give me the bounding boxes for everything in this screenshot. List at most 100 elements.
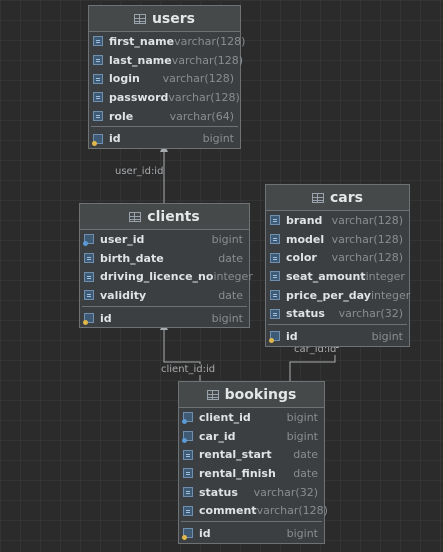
column-icon	[93, 55, 103, 66]
table-row[interactable]: client_id bigint	[179, 408, 324, 427]
table-row[interactable]: birth_date date	[80, 249, 249, 268]
table-users[interactable]: users first_name varchar(128) last_name va…	[88, 5, 245, 150]
table-row[interactable]: password varchar(128)	[89, 88, 240, 107]
column-name: login	[109, 72, 140, 86]
table-row[interactable]: car_id bigint	[179, 427, 324, 446]
column-icon	[270, 234, 280, 245]
column-type: integer	[213, 270, 253, 284]
table-row[interactable]: role varchar(64)	[89, 107, 240, 126]
column-name: password	[109, 90, 169, 104]
table-icon	[206, 389, 219, 400]
column-name: status	[286, 307, 325, 321]
column-name: model	[286, 232, 325, 246]
column-name: color	[286, 251, 317, 265]
table-header[interactable]: bookings	[179, 382, 324, 408]
table-row[interactable]: id bigint	[80, 309, 249, 328]
column-type: bigint	[211, 232, 243, 246]
column-name: id	[109, 132, 121, 146]
table-cars[interactable]: cars brand varchar(128) model varchar(128)…	[265, 184, 410, 347]
column-name: price_per_day	[286, 288, 371, 302]
table-row[interactable]: id bigint	[89, 129, 240, 148]
column-icon	[183, 505, 193, 516]
column-icon	[93, 92, 103, 103]
table-row[interactable]: last_name varchar(128)	[89, 51, 244, 70]
relation-label-client-id: client_id:id	[161, 364, 216, 375]
column-icon	[93, 73, 103, 84]
column-type: varchar(64)	[169, 109, 234, 123]
column-icon	[270, 252, 280, 263]
table-row[interactable]: user_id bigint	[80, 230, 249, 249]
column-type: integer	[370, 288, 411, 302]
foreign-key-icon	[83, 234, 94, 247]
table-row[interactable]: id bigint	[179, 524, 324, 543]
table-clients[interactable]: clients user_id bigint birth_date date dri…	[79, 203, 253, 329]
column-type: date	[218, 251, 243, 265]
column-type: varchar(128)	[331, 213, 403, 227]
table-header[interactable]: cars	[266, 185, 409, 211]
column-name: validity	[100, 288, 147, 302]
column-name: comment	[199, 504, 257, 518]
column-icon	[270, 215, 280, 226]
column-name: client_id	[199, 410, 251, 424]
column-name: seat_amount	[286, 269, 366, 283]
column-type: date	[293, 466, 318, 480]
column-type: integer	[365, 269, 405, 283]
table-row[interactable]: status varchar(32)	[179, 483, 324, 502]
table-row[interactable]: validity date	[80, 286, 249, 305]
table-row[interactable]: color varchar(128)	[266, 248, 409, 267]
table-name: bookings	[224, 386, 297, 403]
column-name: status	[199, 485, 238, 499]
column-icon	[270, 271, 280, 282]
primary-key-icon	[83, 313, 94, 326]
table-row[interactable]: price_per_day integer	[266, 286, 411, 305]
column-name: rental_start	[199, 448, 272, 462]
column-type: varchar(128)	[256, 504, 328, 518]
column-type: date	[293, 448, 318, 462]
table-row[interactable]: driving_licence_no integer	[80, 267, 253, 286]
table-row[interactable]: seat_amount integer	[266, 267, 409, 286]
column-name: brand	[286, 213, 323, 227]
column-type: bigint	[371, 329, 403, 343]
table-row[interactable]: first_name varchar(128)	[89, 32, 245, 51]
table-row[interactable]: rental_start date	[179, 445, 324, 464]
column-name: role	[109, 109, 134, 123]
column-name: user_id	[100, 232, 145, 246]
column-type: varchar(128)	[162, 72, 234, 86]
table-row[interactable]: rental_finish date	[179, 464, 324, 483]
column-type: date	[218, 288, 243, 302]
column-type: bigint	[286, 429, 318, 443]
table-header[interactable]: users	[89, 6, 240, 32]
column-name: last_name	[109, 53, 172, 67]
column-name: birth_date	[100, 251, 164, 265]
primary-key-icon	[92, 133, 103, 146]
column-name: car_id	[199, 429, 236, 443]
table-row[interactable]: model varchar(128)	[266, 230, 409, 249]
table-bookings[interactable]: bookings client_id bigint car_id bigint re…	[178, 381, 328, 544]
table-name: clients	[147, 208, 200, 225]
foreign-key-icon	[182, 412, 193, 425]
table-row[interactable]: status varchar(32)	[266, 304, 409, 323]
column-type: bigint	[286, 526, 318, 540]
relation-label-user-id: user_id:id	[115, 166, 164, 177]
table-header[interactable]: clients	[80, 204, 249, 230]
table-icon	[312, 192, 324, 203]
column-icon	[183, 468, 193, 479]
column-type: varchar(32)	[338, 307, 403, 321]
column-icon	[84, 253, 94, 264]
column-name: first_name	[109, 34, 175, 48]
column-name: driving_licence_no	[100, 270, 214, 284]
column-type: varchar(128)	[174, 34, 246, 48]
table-row[interactable]: id bigint	[266, 327, 409, 346]
column-name: id	[100, 311, 112, 325]
table-icon	[133, 13, 146, 24]
table-row[interactable]: login varchar(128)	[89, 69, 240, 88]
table-row[interactable]: comment varchar(128)	[179, 501, 328, 520]
column-icon	[183, 449, 193, 460]
table-row[interactable]: brand varchar(128)	[266, 211, 409, 230]
column-icon	[93, 36, 103, 47]
column-icon	[183, 487, 193, 498]
table-name: users	[151, 10, 196, 27]
primary-key-icon	[269, 331, 280, 344]
column-type: varchar(32)	[253, 485, 318, 499]
column-type: varchar(128)	[171, 53, 244, 67]
